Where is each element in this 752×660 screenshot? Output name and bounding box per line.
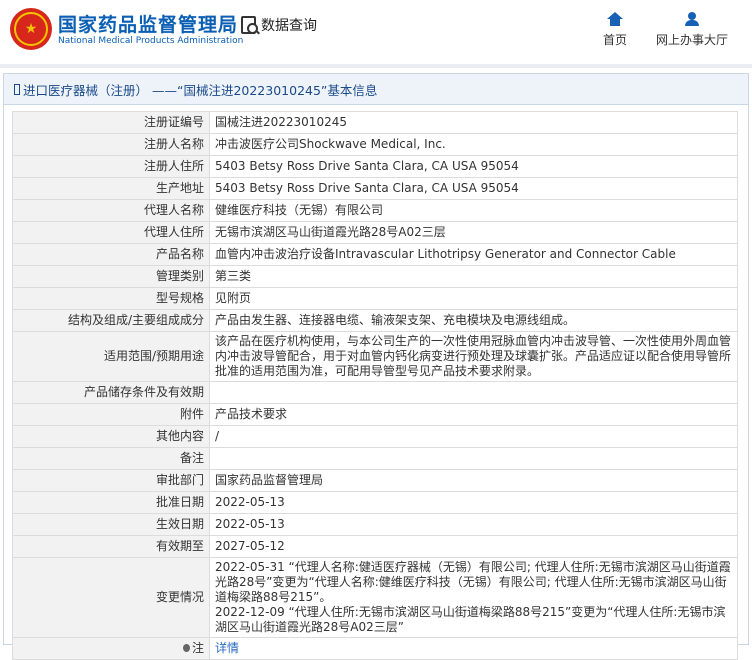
table-row: 生效日期 2022-05-13 xyxy=(12,513,738,536)
table-row: 代理人名称 健维医疗科技（无锡）有限公司 xyxy=(12,199,738,222)
field-label: 备注 xyxy=(12,447,210,470)
nav-online-hall-label: 网上办事大厅 xyxy=(656,33,729,47)
field-value: 冲击波医疗公司Shockwave Medical, Inc. xyxy=(209,133,738,156)
table-row: 产品名称 血管内冲击波治疗设备Intravascular Lithotripsy … xyxy=(12,243,738,266)
user-icon xyxy=(685,12,699,26)
details-link[interactable]: 详情 xyxy=(215,641,239,655)
table-row: 注册人住所 5403 Betsy Ross Drive Santa Clara, … xyxy=(12,155,738,178)
table-row: 型号规格 见附页 xyxy=(12,287,738,310)
nav-home[interactable]: 首页 xyxy=(603,12,627,48)
field-value: 见附页 xyxy=(209,287,738,310)
field-value: 2022-05-13 xyxy=(209,513,738,536)
field-label: 附件 xyxy=(12,403,210,426)
field-value: 产品技术要求 xyxy=(209,403,738,426)
field-label: 变更情况 xyxy=(12,557,210,638)
table-row: 附件 产品技术要求 xyxy=(12,403,738,426)
field-value: 第三类 xyxy=(209,265,738,288)
table-row: 注册人名称 冲击波医疗公司Shockwave Medical, Inc. xyxy=(12,133,738,156)
field-value: 健维医疗科技（无锡）有限公司 xyxy=(209,199,738,222)
table-row: 适用范围/预期用途 该产品在医疗机构使用，与本公司生产的一次性使用冠脉血管内冲击波… xyxy=(12,331,738,382)
field-label: 其他内容 xyxy=(12,425,210,448)
field-value: 5403 Betsy Ross Drive Santa Clara, CA US… xyxy=(209,155,738,178)
field-label: 有效期至 xyxy=(12,535,210,558)
table-row: 有效期至 2027-05-12 xyxy=(12,535,738,558)
header-divider xyxy=(0,64,752,68)
field-label: 代理人住所 xyxy=(12,221,210,244)
field-label: 注册证编号 xyxy=(12,111,210,134)
table-row: 审批部门 国家药品监督管理局 xyxy=(12,469,738,492)
table-row: 变更情况 2022-05-31 “代理人名称:健适医疗器械（无锡）有限公司; 代理… xyxy=(12,557,738,638)
field-label: 注册人名称 xyxy=(12,133,210,156)
table-row: 生产地址 5403 Betsy Ross Drive Santa Clara, C… xyxy=(12,177,738,200)
field-label: 生效日期 xyxy=(12,513,210,536)
field-value xyxy=(209,381,738,404)
table-row: 其他内容 / xyxy=(12,425,738,448)
field-value: 无锡市滨湖区马山街道霞光路28号A02三层 xyxy=(209,221,738,244)
field-label: 产品名称 xyxy=(12,243,210,266)
field-label: 生产地址 xyxy=(12,177,210,200)
table-row: 结构及组成/主要组成成分 产品由发生器、连接器电缆、输液架支架、充电模块及电源线组… xyxy=(12,309,738,332)
field-value: 血管内冲击波治疗设备Intravascular Lithotripsy Gene… xyxy=(209,243,738,266)
nav-home-label: 首页 xyxy=(603,33,628,47)
search-document-icon xyxy=(240,15,260,35)
field-label: 适用范围/预期用途 xyxy=(12,331,210,382)
home-icon xyxy=(607,12,623,26)
table-row: 注册证编号 国械注进20223010245 xyxy=(12,111,738,134)
field-label: 管理类别 xyxy=(12,265,210,288)
note-label: 注 xyxy=(191,641,204,655)
field-label: 产品储存条件及有效期 xyxy=(12,381,210,404)
title-marker-icon xyxy=(14,83,20,95)
table-row: 产品储存条件及有效期 xyxy=(12,381,738,404)
lightbulb-icon xyxy=(182,644,190,652)
field-label: 审批部门 xyxy=(12,469,210,492)
field-value: / xyxy=(209,425,738,448)
table-row: 代理人住所 无锡市滨湖区马山街道霞光路28号A02三层 xyxy=(12,221,738,244)
field-value: 2022-05-31 “代理人名称:健适医疗器械（无锡）有限公司; 代理人住所:… xyxy=(209,557,738,638)
field-label: 代理人名称 xyxy=(12,199,210,222)
field-label: 结构及组成/主要组成成分 xyxy=(12,309,210,332)
table-row: 备注 xyxy=(12,447,738,470)
field-value xyxy=(209,447,738,470)
field-value: 2027-05-12 xyxy=(209,535,738,558)
detail-panel: 进口医疗器械（注册） ——“国械注进20223010245”基本信息 注册证编号… xyxy=(3,73,749,660)
detail-table: 注册证编号 国械注进20223010245 注册人名称 冲击波医疗公司Shockwav… xyxy=(12,111,738,660)
field-label: 批准日期 xyxy=(12,491,210,514)
field-value: 2022-05-13 xyxy=(209,491,738,514)
panel-title-text: 进口医疗器械（注册） ——“国械注进20223010245”基本信息 xyxy=(23,82,378,98)
data-query-label: 数据查询 xyxy=(261,18,317,34)
field-label: 型号规格 xyxy=(12,287,210,310)
site-subtitle: National Medical Products Administration xyxy=(58,36,244,46)
table-row: 批准日期 2022-05-13 xyxy=(12,491,738,514)
data-query-link[interactable]: 数据查询 xyxy=(240,15,317,35)
site-header: ★ 国家药品监督管理局 National Medical Products Ad… xyxy=(0,0,752,64)
field-value: 产品由发生器、连接器电缆、输液架支架、充电模块及电源线组成。 xyxy=(209,309,738,332)
field-value: 国家药品监督管理局 xyxy=(209,469,738,492)
field-value: 5403 Betsy Ross Drive Santa Clara, CA US… xyxy=(209,177,738,200)
field-label: 注册人住所 xyxy=(12,155,210,178)
panel-title: 进口医疗器械（注册） ——“国械注进20223010245”基本信息 xyxy=(4,74,748,105)
field-value: 国械注进20223010245 xyxy=(209,111,738,134)
table-row: 管理类别 第三类 xyxy=(12,265,738,288)
nav-online-hall[interactable]: 网上办事大厅 xyxy=(656,12,728,48)
site-title: 国家药品监督管理局 xyxy=(58,14,239,36)
field-value: 该产品在医疗机构使用，与本公司生产的一次性使用冠脉血管内冲击波导管、一次性使用外… xyxy=(209,331,738,382)
emblem-logo: ★ xyxy=(10,8,52,50)
